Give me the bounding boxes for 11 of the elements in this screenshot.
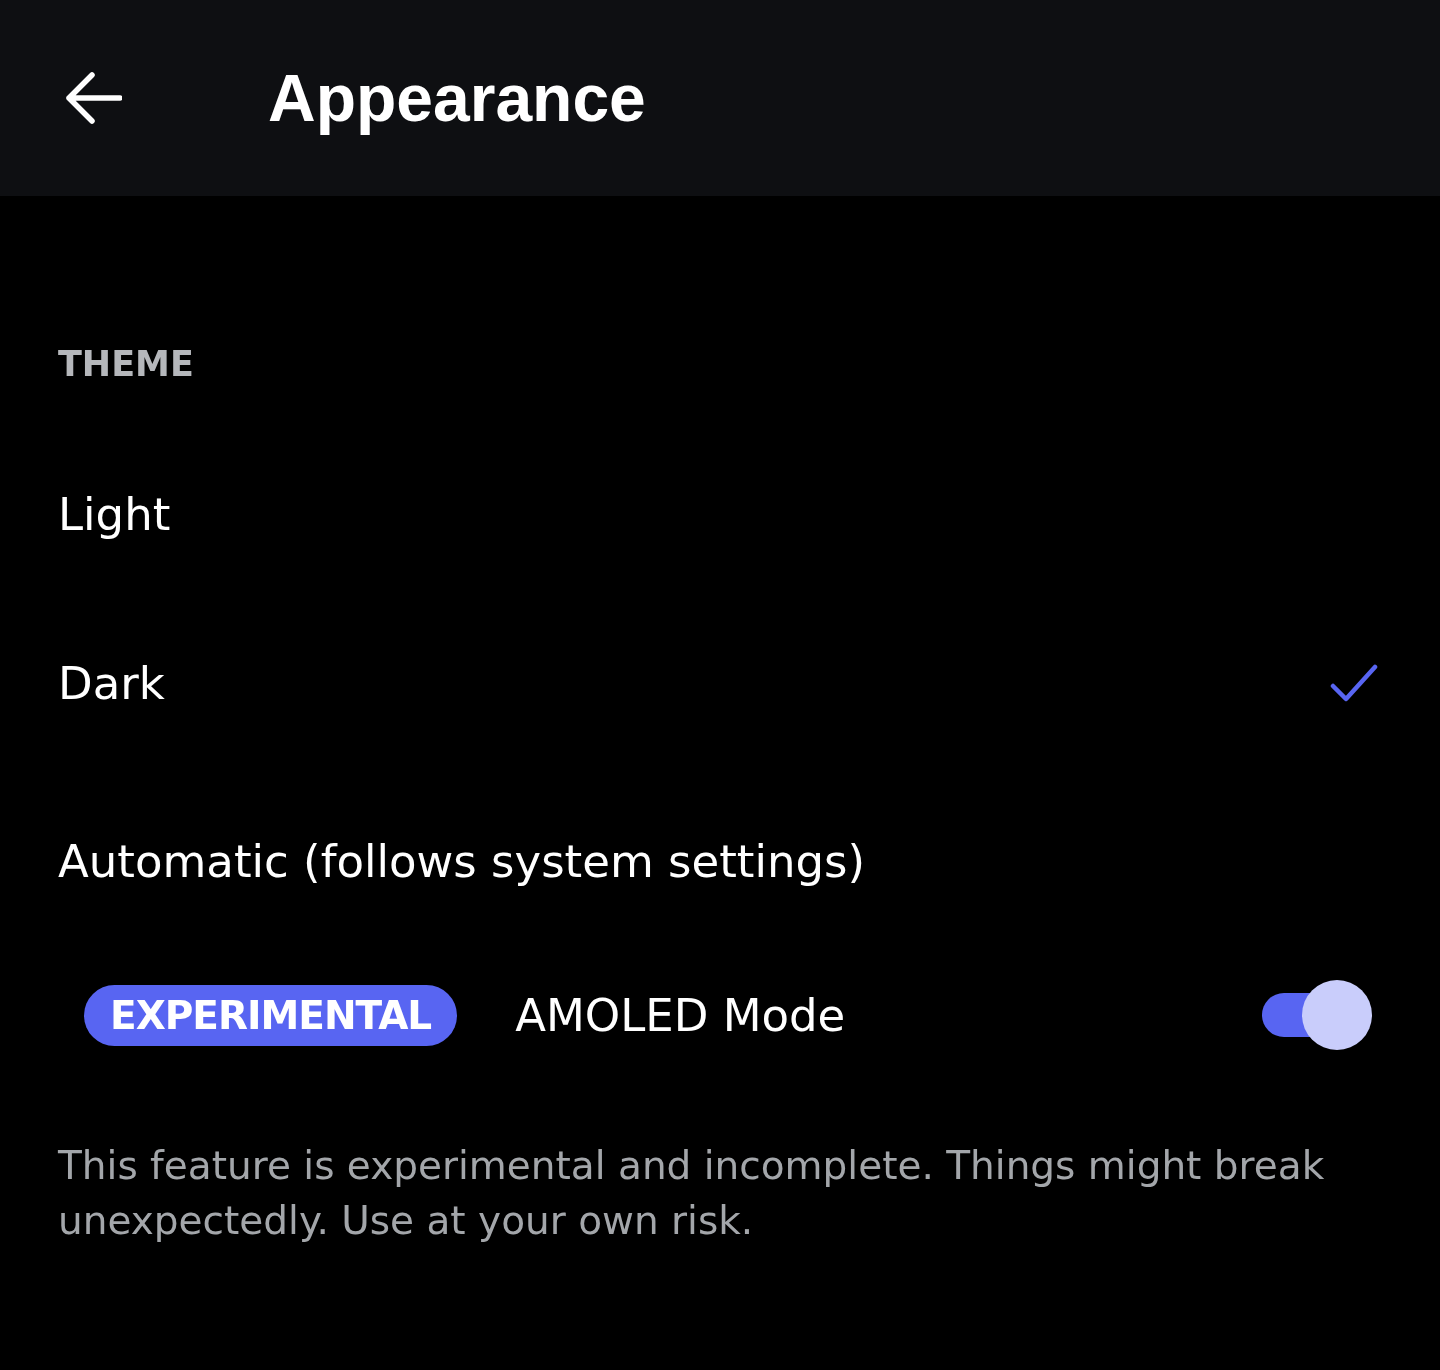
description-text: This feature is experimental and incomplete. Things might break unexpectedly. Use at your own risk. — [58, 1142, 1326, 1245]
theme-option[interactable]: Dark — [58, 594, 1382, 772]
back-button[interactable] — [63, 70, 123, 126]
theme-option[interactable]: Light — [58, 434, 1382, 594]
setting-label: AMOLED Mode — [515, 988, 847, 1042]
page-title: Appearance — [268, 60, 646, 136]
amoled-toggle[interactable] — [1260, 980, 1372, 1050]
experimental-badge: EXPERIMENTAL — [84, 984, 458, 1046]
theme-option[interactable]: Automatic (follows system settings) — [58, 772, 1382, 950]
section-heading: THEME — [58, 343, 195, 386]
back-arrow-icon — [64, 72, 122, 124]
